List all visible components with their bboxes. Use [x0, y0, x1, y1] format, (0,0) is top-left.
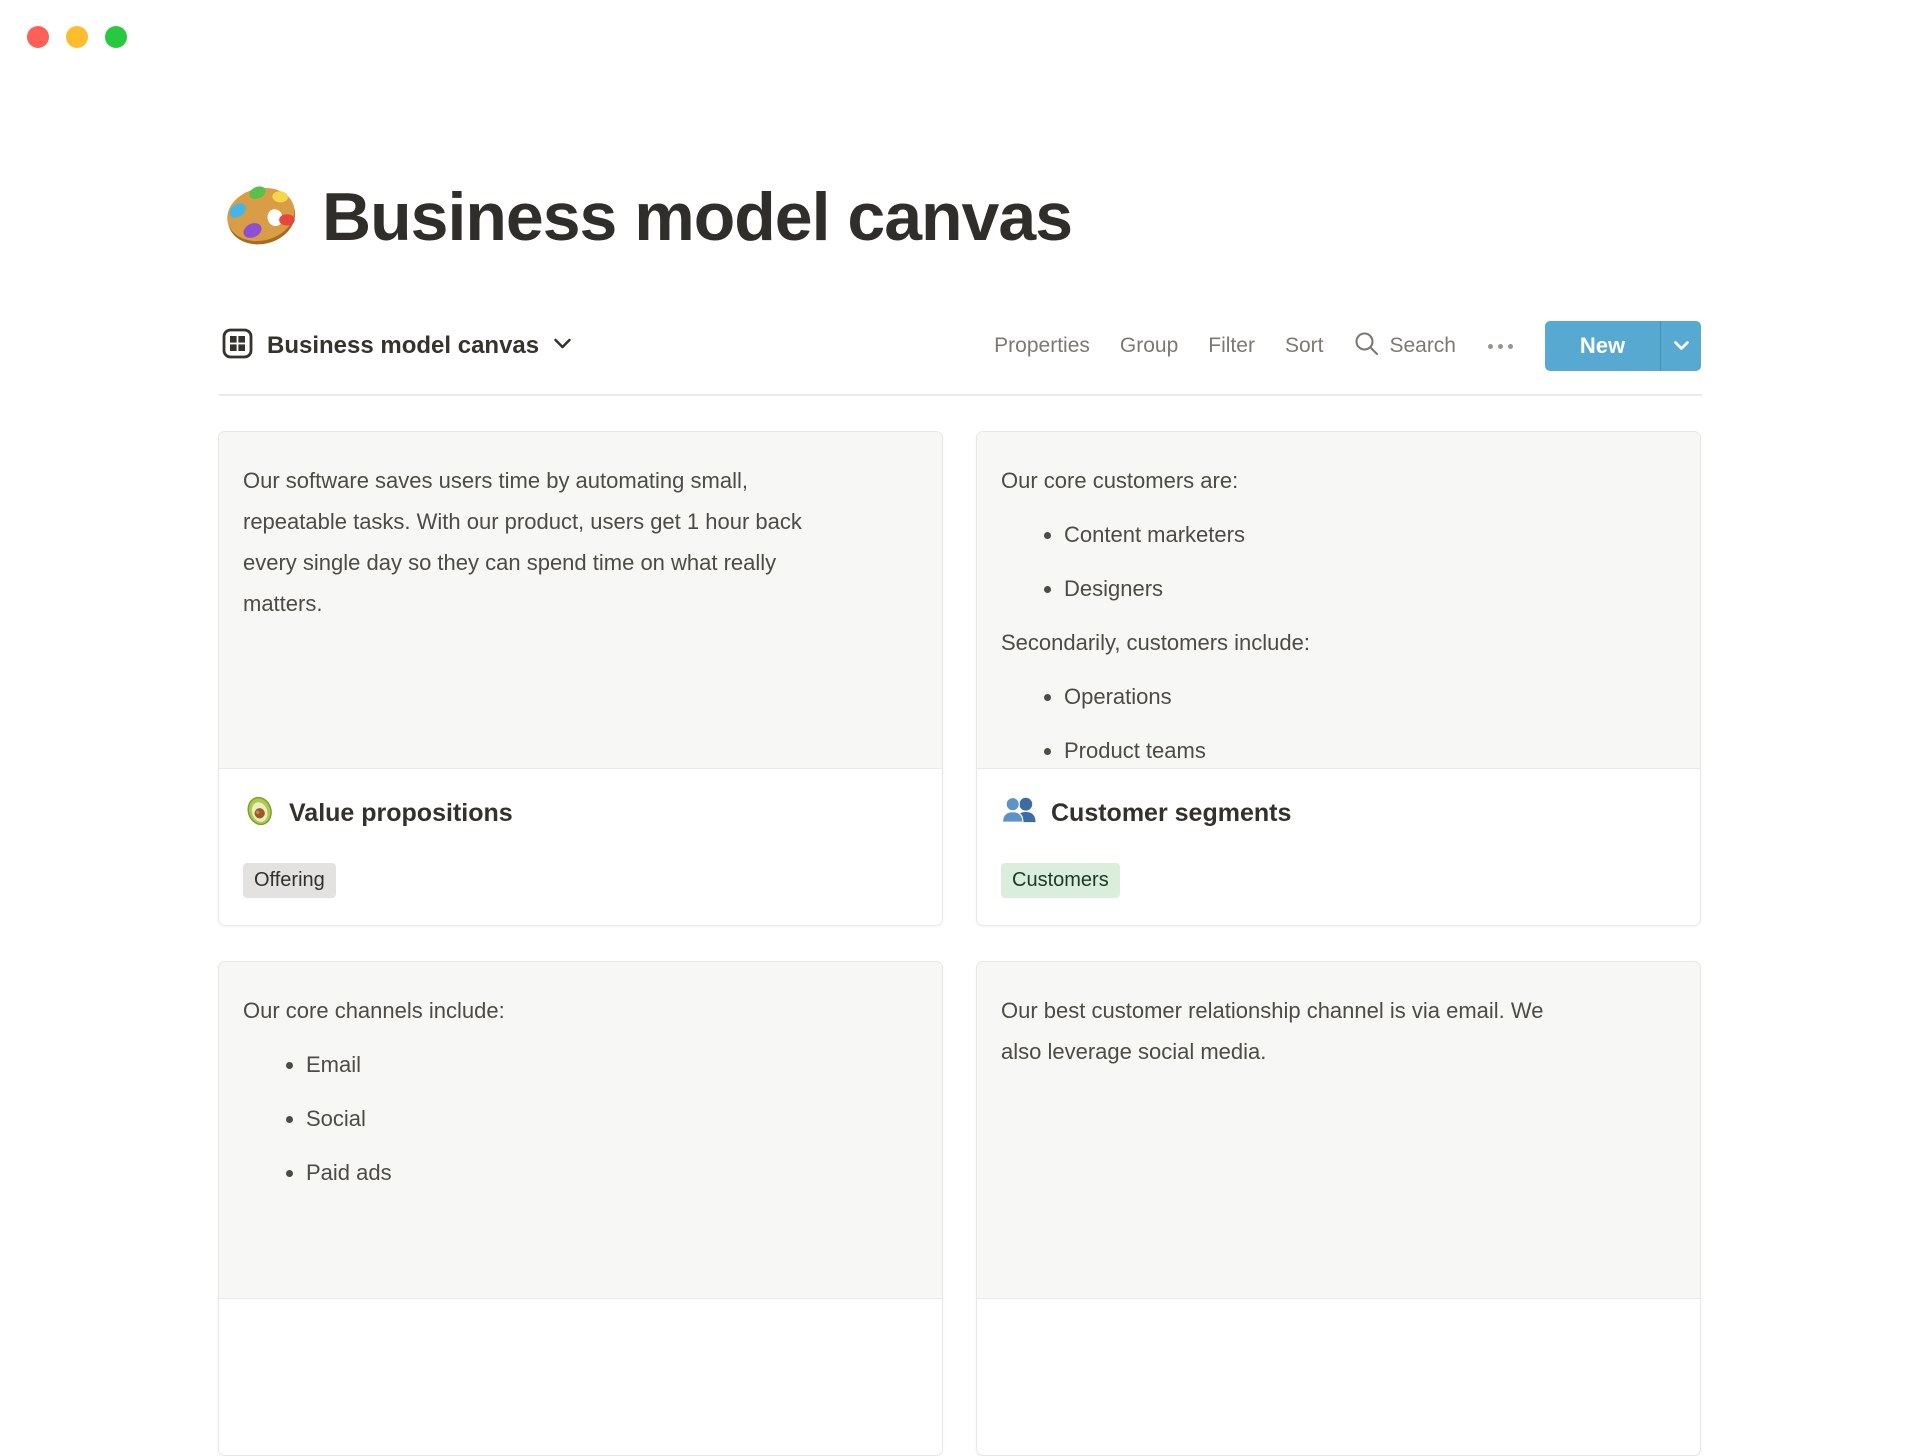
- gallery-view-icon: [222, 328, 253, 364]
- card-customer-segments[interactable]: Our core customers are: Content marketers…: [976, 431, 1701, 926]
- search-icon: [1353, 330, 1380, 363]
- chevron-down-icon: [1673, 341, 1689, 350]
- gallery-grid: Our software saves users time by automat…: [218, 431, 1701, 1456]
- window-controls: [27, 26, 127, 48]
- artist-palette-emoji[interactable]: [222, 180, 300, 255]
- card-title: Customer segments: [1051, 798, 1292, 827]
- view-name: Business model canvas: [267, 332, 540, 359]
- card-preview: Our core channels include: Email Social Pai…: [219, 962, 942, 1299]
- search-label: Search: [1389, 334, 1456, 357]
- new-button[interactable]: New: [1545, 321, 1701, 371]
- avocado-emoji: [243, 794, 276, 832]
- card-customer-relationships[interactable]: Our best customer relationship channel i…: [976, 961, 1701, 1456]
- view-bar: Business model canvas Properties Group F…: [222, 320, 1701, 372]
- new-button-dropdown[interactable]: [1660, 321, 1701, 371]
- sort-button[interactable]: Sort: [1285, 334, 1324, 358]
- card-title: Value propositions: [289, 798, 513, 827]
- new-button-label[interactable]: New: [1545, 321, 1660, 371]
- card-tag-customers: Customers: [1001, 863, 1120, 898]
- card-channels[interactable]: Our core channels include: Email Social Pai…: [218, 961, 943, 1456]
- card-bullet-item: Content marketers: [1064, 514, 1676, 555]
- card-paragraph: Our core channels include:: [243, 998, 505, 1023]
- card-footer: Customer segments Customers: [977, 769, 1700, 898]
- card-preview: Our core customers are: Content marketers…: [977, 432, 1700, 769]
- close-window-button[interactable]: [27, 26, 49, 48]
- card-bullet-list: Content marketers Designers: [1001, 514, 1676, 609]
- card-bullet-list: Operations Product teams: [1001, 676, 1676, 768]
- card-tag-offering: Offering: [243, 863, 336, 898]
- card-paragraph: Our software saves users time by automat…: [243, 468, 802, 616]
- card-preview: Our best customer relationship channel i…: [977, 962, 1700, 1299]
- page-header: Business model canvas: [222, 178, 1073, 256]
- view-switcher[interactable]: Business model canvas: [222, 328, 572, 364]
- more-options-button[interactable]: [1486, 340, 1515, 353]
- toolbar: Properties Group Filter Sort Search New: [994, 321, 1701, 371]
- card-bullet-item: Designers: [1064, 568, 1676, 609]
- card-footer: Value propositions Offering: [219, 769, 942, 898]
- busts-in-silhouette-emoji: [1001, 794, 1038, 832]
- card-bullet-item: Product teams: [1064, 730, 1676, 768]
- minimize-window-button[interactable]: [66, 26, 88, 48]
- card-preview: Our software saves users time by automat…: [219, 432, 942, 769]
- group-button[interactable]: Group: [1120, 334, 1178, 358]
- card-value-propositions[interactable]: Our software saves users time by automat…: [218, 431, 943, 926]
- search-button[interactable]: Search: [1353, 330, 1456, 363]
- card-bullet-item: Paid ads: [306, 1152, 918, 1193]
- card-paragraph: Our core customers are:: [1001, 468, 1239, 493]
- card-bullet-item: Email: [306, 1044, 918, 1085]
- toolbar-divider: [219, 394, 1702, 396]
- properties-button[interactable]: Properties: [994, 334, 1090, 358]
- card-bullet-item: Social: [306, 1098, 918, 1139]
- chevron-down-icon: [553, 337, 572, 355]
- card-bullet-item: Operations: [1064, 676, 1676, 717]
- ellipsis-icon: [1488, 343, 1493, 349]
- card-paragraph: Secondarily, customers include:: [1001, 630, 1310, 655]
- page-title[interactable]: Business model canvas: [322, 178, 1073, 256]
- filter-button[interactable]: Filter: [1208, 334, 1255, 358]
- card-bullet-list: Email Social Paid ads: [243, 1044, 918, 1193]
- zoom-window-button[interactable]: [105, 26, 127, 48]
- card-paragraph: Our best customer relationship channel i…: [1001, 998, 1544, 1064]
